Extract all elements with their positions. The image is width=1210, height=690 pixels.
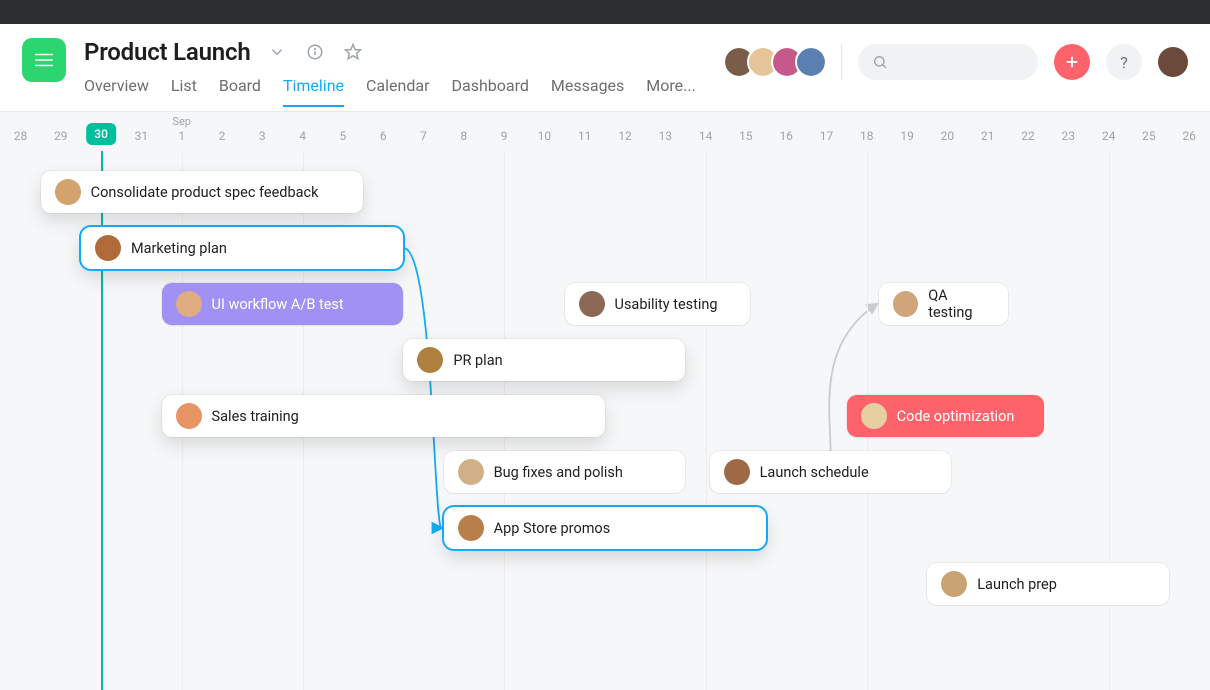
star-icon[interactable] — [341, 40, 365, 64]
day-label: 15 — [739, 129, 753, 143]
assignee-avatar — [893, 291, 918, 317]
tab-dashboard[interactable]: Dashboard — [452, 76, 529, 107]
task-label: Usability testing — [615, 296, 718, 313]
tab-overview[interactable]: Overview — [84, 76, 149, 107]
day-label: 9 — [501, 129, 508, 143]
assignee-avatar — [95, 235, 121, 261]
day-label: 28 — [14, 129, 28, 143]
day-label: 22 — [1021, 129, 1035, 143]
day-label: 12 — [618, 129, 632, 143]
project-tabs: Overview List Board Timeline Calendar Dashboa… — [84, 76, 696, 107]
task-label: Bug fixes and polish — [494, 464, 623, 481]
task-label: Code optimization — [897, 408, 1015, 425]
date-rail: Sep2829303112345678910111213141516171819… — [0, 111, 1210, 151]
day-label: 13 — [659, 129, 673, 143]
task-label: QA testing — [928, 287, 994, 321]
day-label: 8 — [460, 129, 467, 143]
assignee-avatar — [579, 291, 605, 317]
day-label: 1 — [178, 129, 185, 143]
dependency-arrow — [403, 248, 441, 528]
day-label: 25 — [1142, 129, 1156, 143]
task-bugs[interactable]: Bug fixes and polish — [444, 451, 686, 493]
task-label: App Store promos — [494, 520, 611, 537]
task-label: Launch schedule — [760, 464, 869, 481]
task-abtest[interactable]: UI workflow A/B test — [162, 283, 404, 325]
tab-calendar[interactable]: Calendar — [366, 76, 429, 107]
task-label: UI workflow A/B test — [212, 296, 344, 313]
member-avatar[interactable] — [797, 48, 825, 76]
day-label: 20 — [941, 129, 955, 143]
gridline — [1109, 151, 1110, 690]
tab-list[interactable]: List — [171, 76, 197, 107]
task-pr[interactable]: PR plan — [403, 339, 685, 381]
assignee-avatar — [176, 403, 202, 429]
assignee-avatar — [458, 459, 484, 485]
today-marker: 30 — [86, 123, 116, 145]
day-label: 16 — [779, 129, 793, 143]
task-appstore[interactable]: App Store promos — [444, 507, 766, 549]
assignee-avatar — [176, 291, 202, 317]
gridline — [706, 151, 707, 690]
me-avatar[interactable] — [1158, 47, 1188, 77]
assignee-avatar — [861, 403, 887, 429]
day-label: 18 — [860, 129, 874, 143]
task-launchprep[interactable]: Launch prep — [927, 563, 1169, 605]
project-header: Product Launch Overview List Board Timeline… — [0, 24, 1210, 111]
day-label: 21 — [981, 129, 995, 143]
day-label: 5 — [340, 129, 347, 143]
day-label: 23 — [1062, 129, 1076, 143]
info-icon[interactable] — [303, 40, 327, 64]
task-usability[interactable]: Usability testing — [565, 283, 750, 325]
task-label: PR plan — [453, 352, 502, 369]
day-label: 24 — [1102, 129, 1116, 143]
task-label: Sales training — [212, 408, 299, 425]
day-label: 10 — [538, 129, 552, 143]
day-label: 17 — [820, 129, 834, 143]
assignee-avatar — [417, 347, 443, 373]
member-avatar-stack[interactable] — [729, 48, 825, 76]
day-label: 11 — [578, 129, 592, 143]
tab-timeline[interactable]: Timeline — [283, 76, 344, 107]
project-icon — [22, 38, 66, 82]
assignee-avatar — [458, 515, 484, 541]
task-label: Launch prep — [977, 576, 1057, 593]
help-button[interactable]: ? — [1106, 44, 1142, 80]
task-label: Consolidate product spec feedback — [91, 184, 319, 201]
day-label: 4 — [299, 129, 306, 143]
day-label: 19 — [900, 129, 914, 143]
month-label: Sep — [172, 115, 191, 128]
day-label: 3 — [259, 129, 266, 143]
tab-board[interactable]: Board — [219, 76, 261, 107]
timeline-canvas[interactable]: Sep2829303112345678910111213141516171819… — [0, 111, 1210, 690]
window-top-bar — [0, 0, 1210, 24]
search-input[interactable] — [858, 44, 1038, 80]
task-qa[interactable]: QA testing — [879, 283, 1008, 325]
tab-messages[interactable]: Messages — [551, 76, 624, 107]
day-label: 7 — [420, 129, 427, 143]
tab-more[interactable]: More... — [646, 76, 696, 107]
day-label: 26 — [1182, 129, 1196, 143]
day-label: 14 — [699, 129, 713, 143]
add-button[interactable] — [1054, 44, 1090, 80]
task-feedback[interactable]: Consolidate product spec feedback — [41, 171, 363, 213]
project-title: Product Launch — [84, 38, 251, 66]
task-label: Marketing plan — [131, 240, 227, 257]
day-label: 2 — [219, 129, 226, 143]
assignee-avatar — [55, 179, 81, 205]
day-label: 29 — [54, 129, 68, 143]
chevron-down-icon[interactable] — [265, 40, 289, 64]
day-label: 6 — [380, 129, 387, 143]
divider — [841, 44, 842, 80]
task-launchsched[interactable]: Launch schedule — [710, 451, 952, 493]
task-marketing[interactable]: Marketing plan — [81, 227, 403, 269]
assignee-avatar — [724, 459, 750, 485]
task-sales[interactable]: Sales training — [162, 395, 605, 437]
task-codeopt[interactable]: Code optimization — [847, 395, 1044, 437]
day-label: 31 — [135, 129, 149, 143]
assignee-avatar — [941, 571, 967, 597]
